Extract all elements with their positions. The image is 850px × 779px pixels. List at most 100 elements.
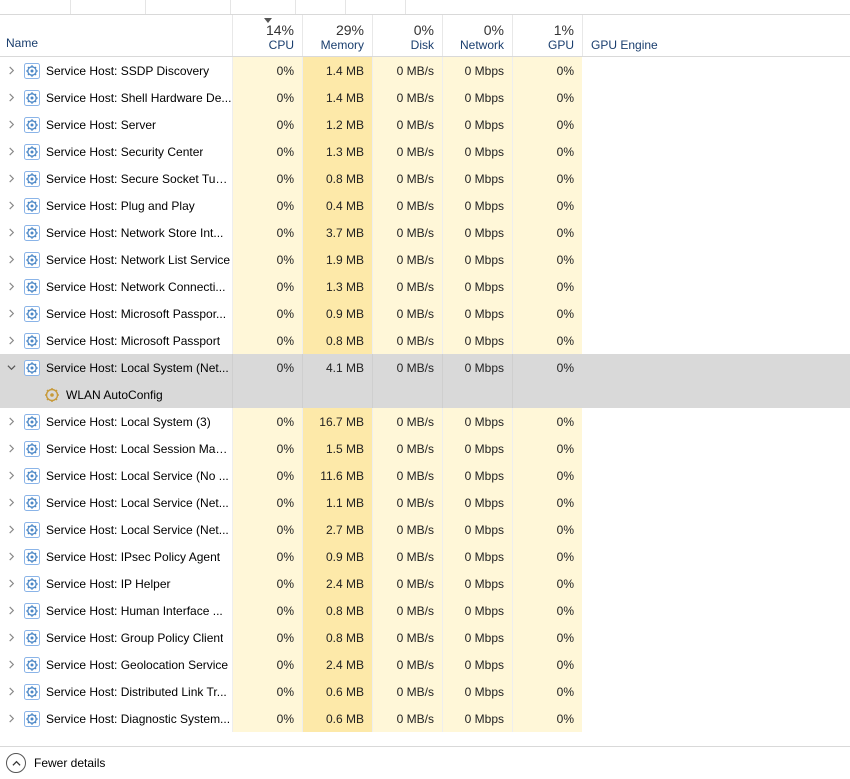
process-name-cell[interactable]: Service Host: Diagnostic System... xyxy=(0,705,232,732)
process-row[interactable]: Service Host: Network Store Int...0%3.7 … xyxy=(0,219,850,246)
expand-icon[interactable] xyxy=(4,280,18,294)
process-row[interactable]: Service Host: Server0%1.2 MB0 MB/s0 Mbps… xyxy=(0,111,850,138)
process-row[interactable]: WLAN AutoConfig xyxy=(0,381,850,408)
process-name-cell[interactable]: Service Host: Local Service (Net... xyxy=(0,489,232,516)
process-list[interactable]: Service Host: SSDP Discovery0%1.4 MB0 MB… xyxy=(0,57,850,746)
expand-icon[interactable] xyxy=(4,631,18,645)
process-row[interactable]: Service Host: Local Service (Net...0%2.7… xyxy=(0,516,850,543)
expand-icon[interactable] xyxy=(4,604,18,618)
process-row[interactable]: Service Host: Shell Hardware De...0%1.4 … xyxy=(0,84,850,111)
process-name-cell[interactable]: Service Host: Security Center xyxy=(0,138,232,165)
collapse-icon[interactable] xyxy=(4,361,18,375)
process-row[interactable]: Service Host: Plug and Play0%0.4 MB0 MB/… xyxy=(0,192,850,219)
process-name-cell[interactable]: Service Host: Shell Hardware De... xyxy=(0,84,232,111)
process-name-cell[interactable]: Service Host: Distributed Link Tr... xyxy=(0,678,232,705)
expand-icon[interactable] xyxy=(4,415,18,429)
cell-gpu: 0% xyxy=(512,300,582,327)
process-row[interactable]: Service Host: Network Connecti...0%1.3 M… xyxy=(0,273,850,300)
process-name-cell[interactable]: Service Host: Local Session Man... xyxy=(0,435,232,462)
expand-icon[interactable] xyxy=(4,658,18,672)
expand-icon[interactable] xyxy=(4,712,18,726)
expand-icon[interactable] xyxy=(4,469,18,483)
process-name-cell[interactable]: Service Host: SSDP Discovery xyxy=(0,57,232,84)
cell-gpu-engine xyxy=(582,678,850,705)
column-header-gpu[interactable]: 1% GPU xyxy=(512,15,582,56)
process-row[interactable]: Service Host: Group Policy Client0%0.8 M… xyxy=(0,624,850,651)
expand-icon[interactable] xyxy=(4,334,18,348)
cell-mem: 2.7 MB xyxy=(302,516,372,543)
process-row[interactable]: Service Host: IPsec Policy Agent0%0.9 MB… xyxy=(0,543,850,570)
cell-disk: 0 MB/s xyxy=(372,111,442,138)
process-row[interactable]: Service Host: Local Service (No ...0%11.… xyxy=(0,462,850,489)
process-row[interactable]: Service Host: Microsoft Passport0%0.8 MB… xyxy=(0,327,850,354)
process-name-cell[interactable]: Service Host: IPsec Policy Agent xyxy=(0,543,232,570)
process-name-cell[interactable]: Service Host: Network List Service xyxy=(0,246,232,273)
cell-disk: 0 MB/s xyxy=(372,543,442,570)
process-name-cell[interactable]: WLAN AutoConfig xyxy=(0,381,232,408)
expand-icon[interactable] xyxy=(4,496,18,510)
expand-icon[interactable] xyxy=(4,118,18,132)
process-name-cell[interactable]: Service Host: Server xyxy=(0,111,232,138)
cell-gpu: 0% xyxy=(512,570,582,597)
process-name-cell[interactable]: Service Host: Geolocation Service xyxy=(0,651,232,678)
process-name-cell[interactable]: Service Host: Local System (Net... xyxy=(0,354,232,381)
cell-gpu: 0% xyxy=(512,678,582,705)
process-name: Service Host: Secure Socket Tun... xyxy=(46,172,232,186)
expand-icon[interactable] xyxy=(4,199,18,213)
expand-icon[interactable] xyxy=(4,442,18,456)
expand-icon[interactable] xyxy=(4,253,18,267)
process-name-cell[interactable]: Service Host: Microsoft Passport xyxy=(0,327,232,354)
process-row[interactable]: Service Host: Diagnostic System...0%0.6 … xyxy=(0,705,850,732)
cell-gpu: 0% xyxy=(512,489,582,516)
process-name-cell[interactable]: Service Host: Secure Socket Tun... xyxy=(0,165,232,192)
process-row[interactable]: Service Host: Human Interface ...0%0.8 M… xyxy=(0,597,850,624)
expand-icon[interactable] xyxy=(4,550,18,564)
expand-icon[interactable] xyxy=(4,91,18,105)
expand-icon[interactable] xyxy=(4,172,18,186)
process-row[interactable]: Service Host: Geolocation Service0%2.4 M… xyxy=(0,651,850,678)
expand-icon[interactable] xyxy=(4,685,18,699)
process-name-cell[interactable]: Service Host: Group Policy Client xyxy=(0,624,232,651)
expand-icon[interactable] xyxy=(4,64,18,78)
process-row[interactable]: Service Host: SSDP Discovery0%1.4 MB0 MB… xyxy=(0,57,850,84)
process-row[interactable]: Service Host: Network List Service0%1.9 … xyxy=(0,246,850,273)
process-row[interactable]: Service Host: Local System (3)0%16.7 MB0… xyxy=(0,408,850,435)
column-header-name[interactable]: Name xyxy=(0,15,232,56)
process-row[interactable]: Service Host: Security Center0%1.3 MB0 M… xyxy=(0,138,850,165)
process-name-cell[interactable]: Service Host: IP Helper xyxy=(0,570,232,597)
service-host-icon xyxy=(24,306,40,322)
column-header-disk[interactable]: 0% Disk xyxy=(372,15,442,56)
expand-icon[interactable] xyxy=(4,145,18,159)
cell-gpu-engine xyxy=(582,246,850,273)
cell-cpu: 0% xyxy=(232,408,302,435)
fewer-details-button[interactable] xyxy=(6,753,26,773)
process-name-cell[interactable]: Service Host: Local System (3) xyxy=(0,408,232,435)
expand-icon[interactable] xyxy=(4,523,18,537)
process-name-cell[interactable]: Service Host: Local Service (Net... xyxy=(0,516,232,543)
expand-icon[interactable] xyxy=(4,226,18,240)
cell-gpu-engine xyxy=(582,651,850,678)
cell-mem: 2.4 MB xyxy=(302,570,372,597)
process-name-cell[interactable]: Service Host: Plug and Play xyxy=(0,192,232,219)
process-name-cell[interactable]: Service Host: Human Interface ... xyxy=(0,597,232,624)
process-name-cell[interactable]: Service Host: Network Store Int... xyxy=(0,219,232,246)
expand-icon[interactable] xyxy=(4,577,18,591)
process-name-cell[interactable]: Service Host: Microsoft Passpor... xyxy=(0,300,232,327)
process-row[interactable]: Service Host: Local System (Net...0%4.1 … xyxy=(0,354,850,381)
process-row[interactable]: Service Host: Local Session Man...0%1.5 … xyxy=(0,435,850,462)
cell-gpu-engine xyxy=(582,84,850,111)
expand-icon[interactable] xyxy=(4,307,18,321)
cell-mem: 1.3 MB xyxy=(302,273,372,300)
column-header-cpu[interactable]: 14% CPU xyxy=(232,15,302,56)
column-header-gpu-engine[interactable]: GPU Engine xyxy=(582,15,772,56)
process-row[interactable]: Service Host: Distributed Link Tr...0%0.… xyxy=(0,678,850,705)
column-header-memory[interactable]: 29% Memory xyxy=(302,15,372,56)
process-row[interactable]: Service Host: Secure Socket Tun...0%0.8 … xyxy=(0,165,850,192)
process-row[interactable]: Service Host: Microsoft Passpor...0%0.9 … xyxy=(0,300,850,327)
service-host-icon xyxy=(24,630,40,646)
process-row[interactable]: Service Host: Local Service (Net...0%1.1… xyxy=(0,489,850,516)
column-header-network[interactable]: 0% Network xyxy=(442,15,512,56)
process-name-cell[interactable]: Service Host: Local Service (No ... xyxy=(0,462,232,489)
process-name-cell[interactable]: Service Host: Network Connecti... xyxy=(0,273,232,300)
process-row[interactable]: Service Host: IP Helper0%2.4 MB0 MB/s0 M… xyxy=(0,570,850,597)
